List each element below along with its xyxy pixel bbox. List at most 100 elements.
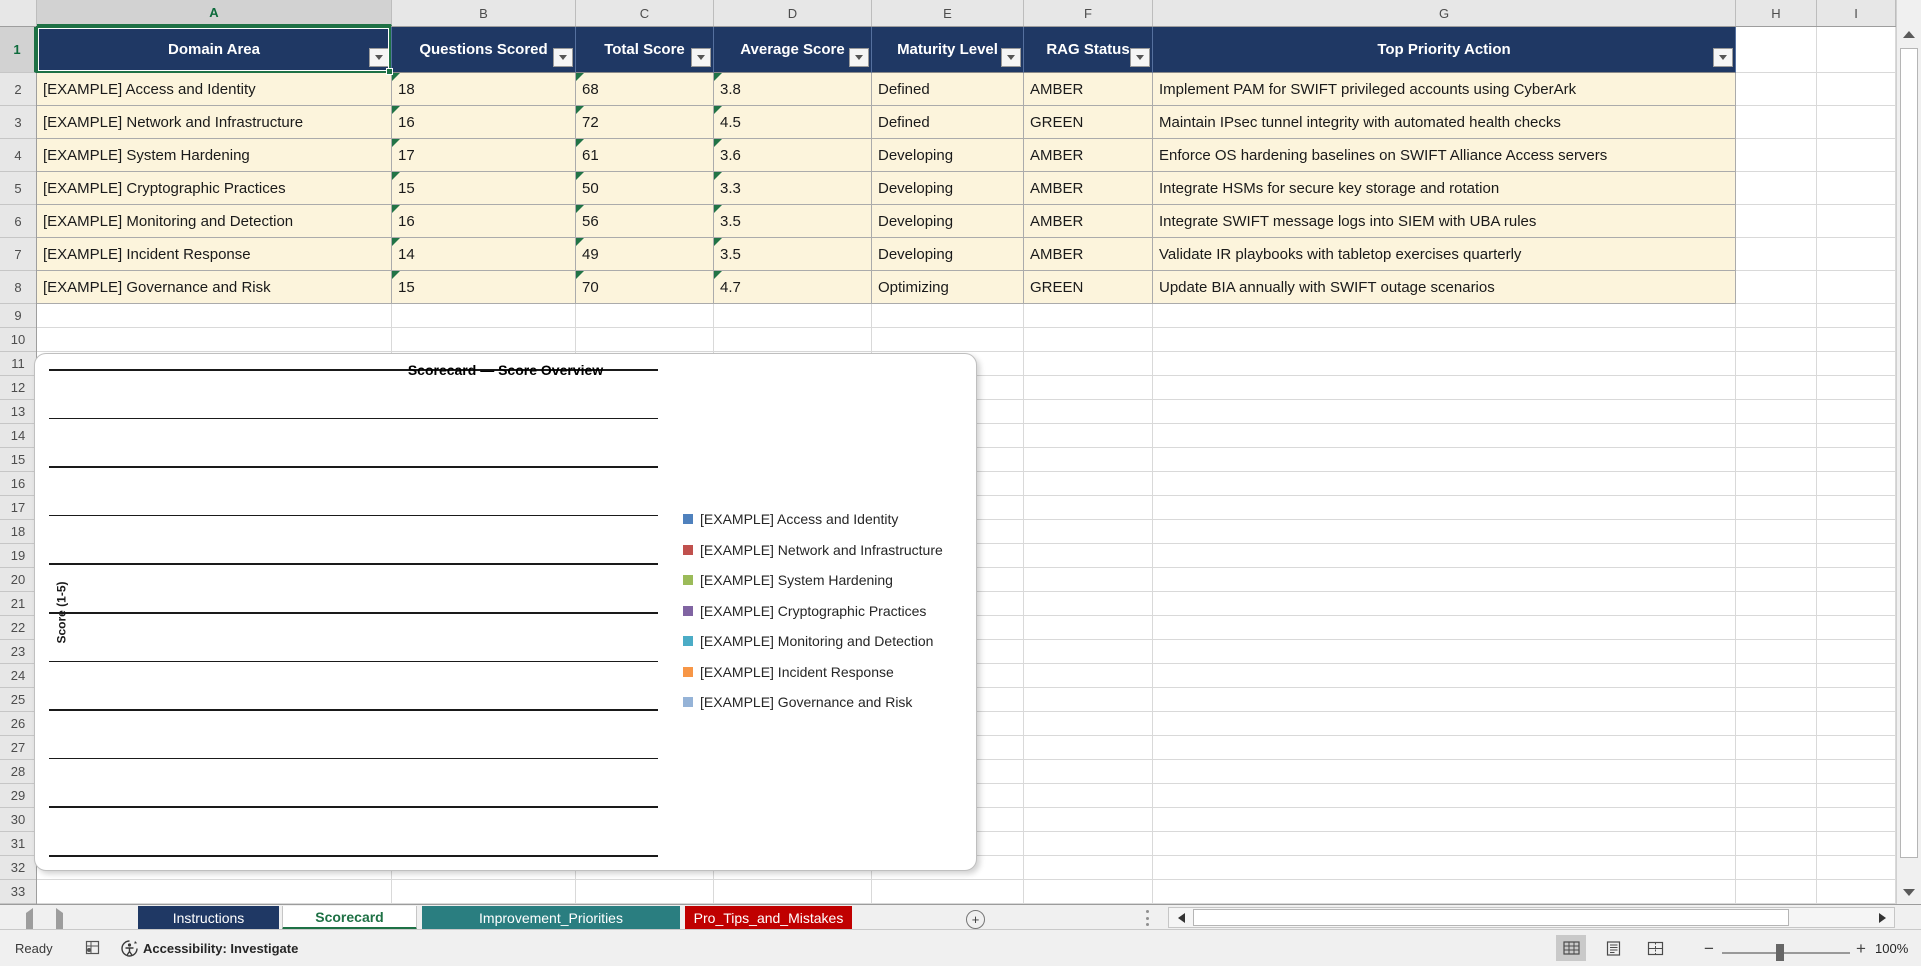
cell-C8[interactable]: 70 [576,271,714,304]
accessibility-status[interactable]: Accessibility: Investigate [143,941,298,956]
column-header-D[interactable]: D [714,0,872,26]
legend-item[interactable]: [EXAMPLE] Incident Response [683,664,894,680]
cell-B3[interactable]: 16 [392,106,576,139]
row-header-28[interactable]: 28 [0,760,36,784]
row-header-8[interactable]: 8 [0,271,36,304]
cell-A3[interactable]: [EXAMPLE] Network and Infrastructure [37,106,392,139]
cell-G2[interactable]: Implement PAM for SWIFT privileged accou… [1153,73,1736,106]
cell-C6[interactable]: 56 [576,205,714,238]
cell-E2[interactable]: Defined [872,73,1024,106]
cell-F6[interactable]: AMBER [1024,205,1153,238]
cell-G4[interactable]: Enforce OS hardening baselines on SWIFT … [1153,139,1736,172]
cell-B4[interactable]: 17 [392,139,576,172]
cell-G7[interactable]: Validate IR playbooks with tabletop exer… [1153,238,1736,271]
scroll-down-button[interactable] [1899,882,1919,902]
cell-D5[interactable]: 3.3 [714,172,872,205]
column-header-A[interactable]: A [37,0,392,26]
filter-dropdown-icon[interactable] [1001,48,1021,67]
cell-D6[interactable]: 3.5 [714,205,872,238]
table-header-cell[interactable]: RAG Status [1024,27,1153,73]
sheet-tab-scorecard[interactable]: Scorecard [282,906,417,930]
filter-dropdown-icon[interactable] [691,48,711,67]
row-header-1[interactable]: 1 [0,27,36,73]
page-break-view-button[interactable] [1640,935,1670,961]
zoom-out-button[interactable]: − [1700,939,1718,959]
cell-G6[interactable]: Integrate SWIFT message logs into SIEM w… [1153,205,1736,238]
column-header-I[interactable]: I [1817,0,1896,26]
cell-C2[interactable]: 68 [576,73,714,106]
row-header-9[interactable]: 9 [0,304,36,328]
table-header-cell[interactable]: Top Priority Action [1153,27,1736,73]
cell-B6[interactable]: 16 [392,205,576,238]
table-header-cell[interactable]: Domain Area [37,27,392,73]
row-header-23[interactable]: 23 [0,640,36,664]
row-header-33[interactable]: 33 [0,880,36,904]
normal-view-button[interactable] [1556,935,1586,961]
row-header-5[interactable]: 5 [0,172,36,205]
cell-F3[interactable]: GREEN [1024,106,1153,139]
column-header-C[interactable]: C [576,0,714,26]
cell-B2[interactable]: 18 [392,73,576,106]
row-header-14[interactable]: 14 [0,424,36,448]
table-header-cell[interactable]: Maturity Level [872,27,1024,73]
row-header-13[interactable]: 13 [0,400,36,424]
row-header-25[interactable]: 25 [0,688,36,712]
column-header-B[interactable]: B [392,0,576,26]
cell-D4[interactable]: 3.6 [714,139,872,172]
row-header-29[interactable]: 29 [0,784,36,808]
cell-A5[interactable]: [EXAMPLE] Cryptographic Practices [37,172,392,205]
row-header-26[interactable]: 26 [0,712,36,736]
cell-A6[interactable]: [EXAMPLE] Monitoring and Detection [37,205,392,238]
row-header-3[interactable]: 3 [0,106,36,139]
cell-E6[interactable]: Developing [872,205,1024,238]
tab-splitter-handle[interactable] [1146,910,1150,926]
row-header-32[interactable]: 32 [0,856,36,880]
add-sheet-button[interactable]: + [966,910,985,929]
sheet-tab-improvement_priorities[interactable]: Improvement_Priorities [422,906,680,930]
row-header-21[interactable]: 21 [0,592,36,616]
row-header-19[interactable]: 19 [0,544,36,568]
cell-E5[interactable]: Developing [872,172,1024,205]
cell-F4[interactable]: AMBER [1024,139,1153,172]
cell-A4[interactable]: [EXAMPLE] System Hardening [37,139,392,172]
cell-G8[interactable]: Update BIA annually with SWIFT outage sc… [1153,271,1736,304]
cell-E8[interactable]: Optimizing [872,271,1024,304]
row-header-10[interactable]: 10 [0,328,36,352]
sheet-tab-pro_tips_and_mistakes[interactable]: Pro_Tips_and_Mistakes [685,906,852,930]
horizontal-scrollbar-thumb[interactable] [1193,909,1789,926]
cell-E3[interactable]: Defined [872,106,1024,139]
select-all-button[interactable] [0,0,1919,26]
row-header-18[interactable]: 18 [0,520,36,544]
row-header-2[interactable]: 2 [0,73,36,106]
zoom-in-button[interactable]: + [1852,939,1870,959]
cell-D7[interactable]: 3.5 [714,238,872,271]
embedded-chart[interactable]: Scorecard — Score Overview Score (1-5) [… [34,353,977,871]
cell-F5[interactable]: AMBER [1024,172,1153,205]
cell-F8[interactable]: GREEN [1024,271,1153,304]
cell-D3[interactable]: 4.5 [714,106,872,139]
row-header-7[interactable]: 7 [0,238,36,271]
legend-item[interactable]: [EXAMPLE] Governance and Risk [683,694,912,710]
row-header-30[interactable]: 30 [0,808,36,832]
column-header-H[interactable]: H [1736,0,1817,26]
table-header-cell[interactable]: Average Score [714,27,872,73]
horizontal-scrollbar[interactable] [1168,907,1895,928]
cell-A2[interactable]: [EXAMPLE] Access and Identity [37,73,392,106]
filter-dropdown-icon[interactable] [1130,48,1150,67]
cell-B5[interactable]: 15 [392,172,576,205]
column-header-F[interactable]: F [1024,0,1153,26]
zoom-slider-handle[interactable] [1776,944,1784,961]
scroll-up-button[interactable] [1899,24,1919,44]
filter-dropdown-icon[interactable] [553,48,573,67]
filter-dropdown-icon[interactable] [1713,48,1733,67]
page-layout-view-button[interactable] [1598,935,1628,961]
table-header-cell[interactable]: Questions Scored [392,27,576,73]
legend-item[interactable]: [EXAMPLE] Cryptographic Practices [683,603,926,619]
row-header-27[interactable]: 27 [0,736,36,760]
row-header-12[interactable]: 12 [0,376,36,400]
row-header-15[interactable]: 15 [0,448,36,472]
cell-C3[interactable]: 72 [576,106,714,139]
row-header-20[interactable]: 20 [0,568,36,592]
vertical-scrollbar[interactable] [1896,0,1921,904]
legend-item[interactable]: [EXAMPLE] Access and Identity [683,511,898,527]
